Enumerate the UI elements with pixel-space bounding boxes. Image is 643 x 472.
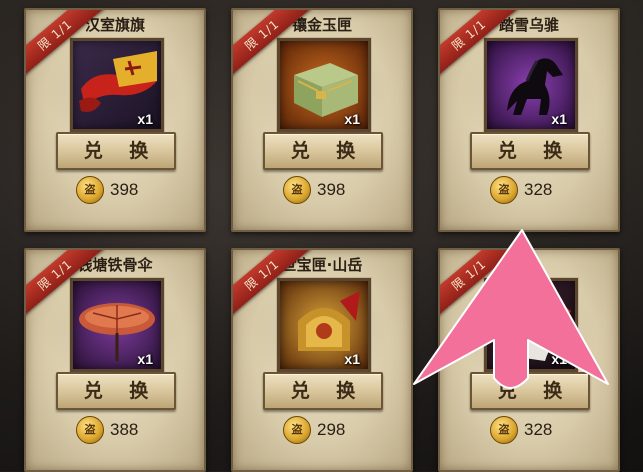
exchange-button[interactable]: 兑 换 (56, 132, 176, 170)
item-icon-frame[interactable]: x1 (70, 38, 164, 132)
coin-icon: 盗 (490, 176, 518, 204)
shop-card-black-horse: 限 1/1 踏雪乌骓 x1 兑 换 盗 328 (438, 8, 620, 232)
exchange-button[interactable]: 兑 换 (470, 132, 590, 170)
price-row: 盗 298 (283, 416, 345, 444)
price-value: 328 (524, 180, 553, 199)
exchange-button[interactable]: 兑 换 (470, 372, 590, 410)
item-icon-frame[interactable]: x1 (70, 278, 164, 372)
item-icon-frame[interactable]: x1 (277, 278, 371, 372)
price-row: 盗 328 (490, 416, 552, 444)
shop-card-umbrella: 限 1/1 钱塘铁骨伞 x1 兑 换 盗 388 (24, 248, 206, 472)
item-quantity: x1 (551, 351, 567, 367)
shop-card-jade-box: 限 1/1 镶金玉匣 x1 兑 换 盗 398 (231, 8, 413, 232)
price-row: 盗 328 (490, 176, 552, 204)
price-row: 盗 398 (76, 176, 138, 204)
coin-icon: 盗 (283, 176, 311, 204)
item-quantity: x1 (344, 351, 360, 367)
shop-card-banner: 限 1/1 汉室旗旗 x1 兑 换 盗 398 (24, 8, 206, 232)
price-value: 398 (317, 180, 346, 199)
item-quantity: x1 (344, 111, 360, 127)
price-row: 盗 388 (76, 416, 138, 444)
price-value: 398 (110, 180, 139, 199)
price-value: 328 (524, 420, 553, 439)
coin-icon: 盗 (490, 416, 518, 444)
coin-icon: 盗 (283, 416, 311, 444)
shop-card-treasure-chest: 限 1/1 世宝匣·山岳 x1 兑 换 盗 298 (231, 248, 413, 472)
price-row: 盗 398 (283, 176, 345, 204)
item-quantity: x1 (551, 111, 567, 127)
exchange-button[interactable]: 兑 换 (56, 372, 176, 410)
shop-card-mount: 限 1/1 x1 兑 换 盗 328 (438, 248, 620, 472)
price-value: 388 (110, 420, 139, 439)
item-quantity: x1 (137, 351, 153, 367)
exchange-button[interactable]: 兑 换 (263, 132, 383, 170)
item-icon-frame[interactable]: x1 (484, 278, 578, 372)
item-quantity: x1 (137, 111, 153, 127)
item-icon-frame[interactable]: x1 (277, 38, 371, 132)
item-icon-frame[interactable]: x1 (484, 38, 578, 132)
exchange-button[interactable]: 兑 换 (263, 372, 383, 410)
coin-icon: 盗 (76, 176, 104, 204)
price-value: 298 (317, 420, 346, 439)
coin-icon: 盗 (76, 416, 104, 444)
